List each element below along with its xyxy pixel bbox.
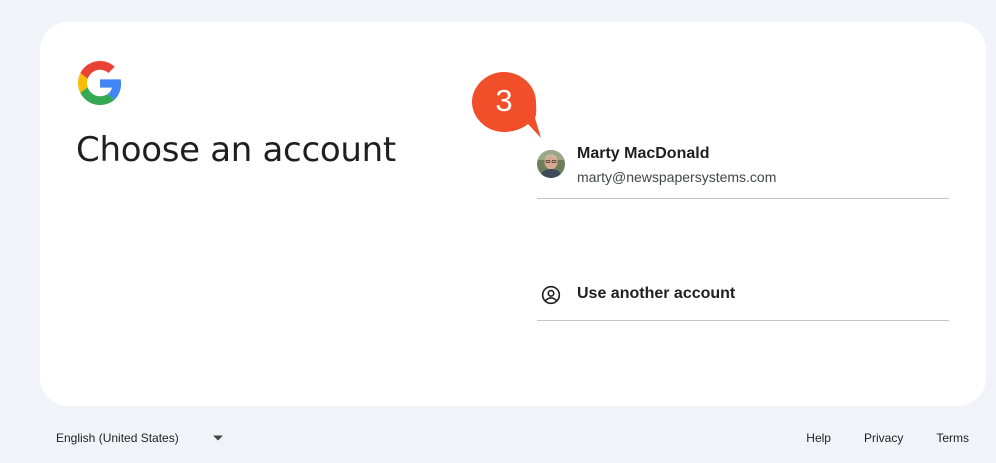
google-g-logo-icon [78,61,122,105]
step-number-badge: 3 [472,70,542,138]
user-avatar-icon [537,150,565,178]
language-label: English (United States) [56,431,179,445]
help-link[interactable]: Help [806,431,831,445]
step-number: 3 [495,83,513,118]
dropdown-arrow-icon [212,435,223,441]
account-name: Marty MacDonald [577,145,710,162]
page-title: Choose an account [76,130,396,170]
use-another-account-button[interactable]: Use another account [537,276,949,321]
account-item[interactable]: Marty MacDonald marty@newspapersystems.c… [537,140,949,199]
sign-in-card: Choose an account 3 Marty MacDonald mart… [40,22,986,406]
language-selector[interactable]: English (United States) [48,424,223,452]
privacy-link[interactable]: Privacy [864,431,903,445]
use-another-account-label: Use another account [577,285,736,302]
terms-link[interactable]: Terms [936,431,969,445]
account-email: marty@newspapersystems.com [577,169,777,185]
footer-links: Help Privacy Terms [773,424,969,452]
account-circle-icon [541,285,561,305]
